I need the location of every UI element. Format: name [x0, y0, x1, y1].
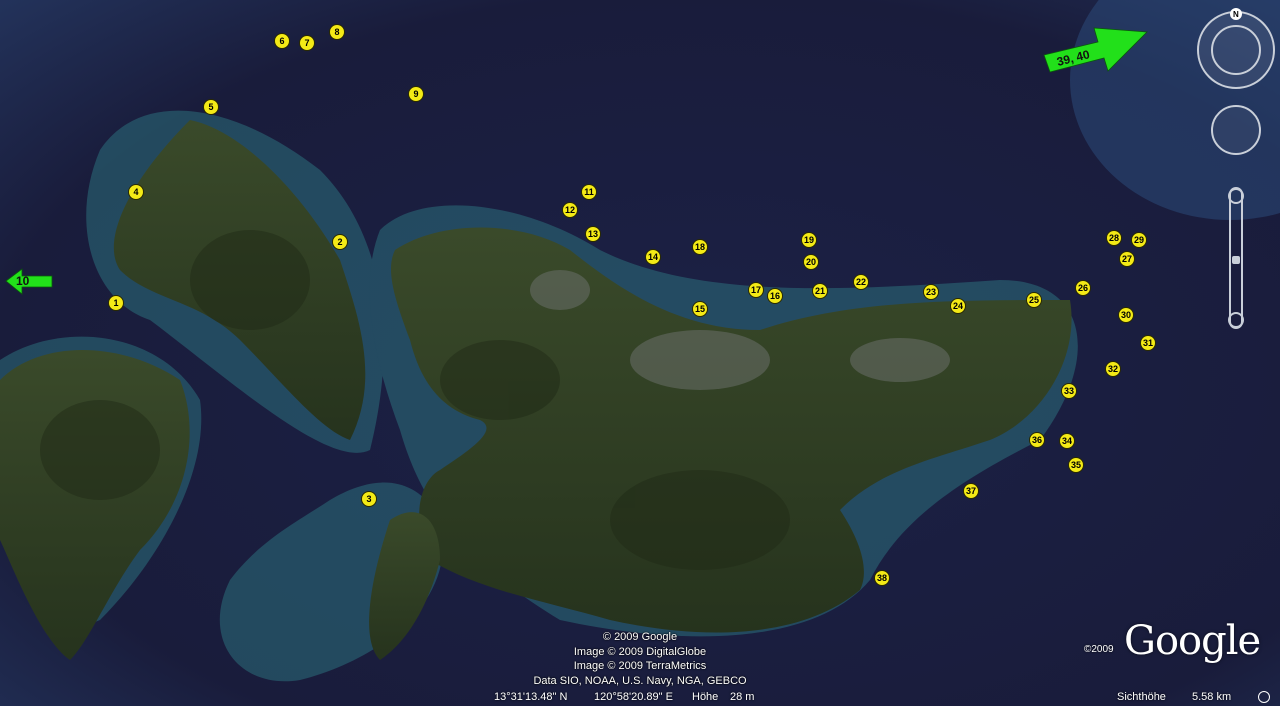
- latitude-readout: 13°31'13.48" N: [494, 691, 568, 703]
- map-marker-3[interactable]: 3: [361, 491, 377, 507]
- map-marker-18[interactable]: 18: [692, 239, 708, 255]
- map-marker-12[interactable]: 12: [562, 202, 578, 218]
- map-marker-5[interactable]: 5: [203, 99, 219, 115]
- map-marker-20[interactable]: 20: [803, 254, 819, 270]
- navigation-controls: N: [1196, 6, 1276, 336]
- map-marker-1[interactable]: 1: [108, 295, 124, 311]
- status-bar: 13°31'13.48" N 120°58'20.89" E Höhe 28 m…: [0, 688, 1280, 706]
- map-marker-23[interactable]: 23: [923, 284, 939, 300]
- map-marker-25[interactable]: 25: [1026, 292, 1042, 308]
- map-marker-29[interactable]: 29: [1131, 232, 1147, 248]
- map-marker-24[interactable]: 24: [950, 298, 966, 314]
- map-marker-16[interactable]: 16: [767, 288, 783, 304]
- map-marker-7[interactable]: 7: [299, 35, 315, 51]
- map-marker-26[interactable]: 26: [1075, 280, 1091, 296]
- copyright-line: Image © 2009 TerraMetrics: [573, 660, 707, 672]
- copyright-block: © 2009 Google Image © 2009 DigitalGlobe …: [0, 630, 1280, 688]
- copyright-line: © 2009 Google: [602, 631, 678, 643]
- map-marker-31[interactable]: 31: [1140, 335, 1156, 351]
- map-marker-27[interactable]: 27: [1119, 251, 1135, 267]
- map-marker-17[interactable]: 17: [748, 282, 764, 298]
- satellite-map[interactable]: 10 39, 40: [0, 0, 1280, 706]
- map-marker-19[interactable]: 19: [801, 232, 817, 248]
- map-marker-11[interactable]: 11: [581, 184, 597, 200]
- map-marker-34[interactable]: 34: [1059, 433, 1075, 449]
- map-marker-38[interactable]: 38: [874, 570, 890, 586]
- status-indicator-icon: [1258, 691, 1270, 703]
- map-marker-4[interactable]: 4: [128, 184, 144, 200]
- map-marker-8[interactable]: 8: [329, 24, 345, 40]
- map-marker-36[interactable]: 36: [1029, 432, 1045, 448]
- eye-altitude-label: Sichthöhe: [1117, 691, 1166, 703]
- longitude-readout: 120°58'20.89" E: [594, 691, 673, 703]
- compass-north-label: N: [1233, 10, 1239, 19]
- map-marker-2[interactable]: 2: [332, 234, 348, 250]
- map-marker-35[interactable]: 35: [1068, 457, 1084, 473]
- compass-ring[interactable]: N: [1197, 8, 1275, 89]
- map-marker-22[interactable]: 22: [853, 274, 869, 290]
- arrow-west-label: 10: [16, 274, 30, 288]
- elevation-label: Höhe: [692, 691, 719, 703]
- map-marker-14[interactable]: 14: [645, 249, 661, 265]
- map-marker-30[interactable]: 30: [1118, 307, 1134, 323]
- google-logo: Google: [1124, 618, 1261, 664]
- map-marker-9[interactable]: 9: [408, 86, 424, 102]
- map-marker-37[interactable]: 37: [963, 483, 979, 499]
- map-marker-6[interactable]: 6: [274, 33, 290, 49]
- eye-altitude-value: 5.58 km: [1192, 691, 1232, 703]
- copyright-line: Data SIO, NOAA, U.S. Navy, NGA, GEBCO: [533, 674, 747, 687]
- look-joystick[interactable]: [1211, 105, 1261, 155]
- map-marker-21[interactable]: 21: [812, 283, 828, 299]
- elevation-value: 28 m: [730, 691, 755, 703]
- zoom-slider[interactable]: [1228, 187, 1244, 329]
- map-marker-32[interactable]: 32: [1105, 361, 1121, 377]
- map-marker-28[interactable]: 28: [1106, 230, 1122, 246]
- map-marker-33[interactable]: 33: [1061, 383, 1077, 399]
- map-marker-13[interactable]: 13: [585, 226, 601, 242]
- logo-year: ©2009: [1084, 644, 1114, 655]
- map-marker-15[interactable]: 15: [692, 301, 708, 317]
